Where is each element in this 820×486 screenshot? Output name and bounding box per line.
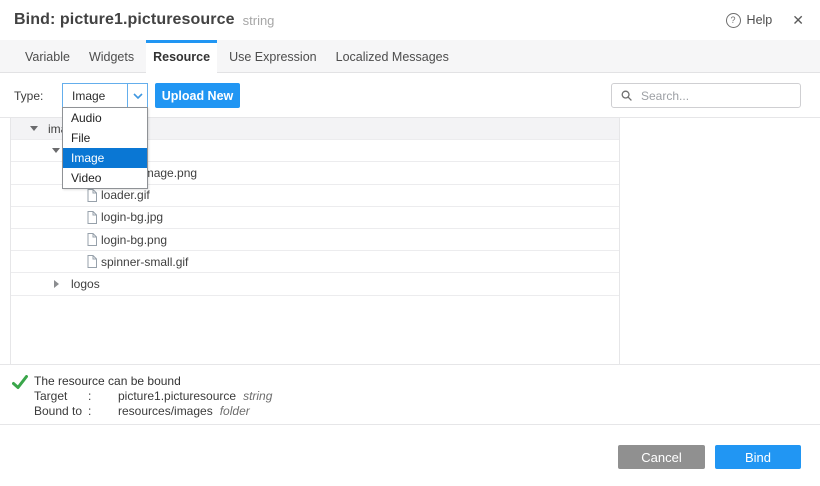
status-target-row: Target : picture1.picturesource string — [0, 389, 820, 403]
status-target-label: Target — [34, 389, 67, 403]
cancel-button[interactable]: Cancel — [618, 445, 705, 469]
tree-row-label: login-bg.png — [101, 233, 167, 247]
titlebar-actions: ? Help ✕ — [726, 13, 804, 28]
tree-row-label: logos — [71, 277, 100, 291]
tree-row-logos[interactable]: logos — [11, 273, 619, 295]
status-separator: : — [88, 404, 91, 418]
type-select-value: Image — [63, 89, 105, 103]
type-label: Type: — [14, 89, 43, 103]
status-boundto-value-type: folder — [220, 404, 250, 418]
file-icon — [87, 189, 97, 202]
dropdown-option-image[interactable]: Image — [63, 148, 147, 168]
status-boundto-value-text: resources/images — [118, 404, 213, 418]
search-box[interactable] — [611, 83, 801, 108]
file-icon — [87, 233, 97, 246]
close-icon[interactable]: ✕ — [792, 13, 804, 27]
tab-use-expression[interactable]: Use Expression — [222, 40, 324, 73]
tree-row-label: login-bg.jpg — [101, 210, 163, 224]
dropdown-option-file[interactable]: File — [63, 128, 147, 148]
upload-new-button[interactable]: Upload New — [155, 83, 240, 108]
search-icon — [621, 90, 633, 102]
dialog-titlebar: Bind: picture1.picturesource string ? He… — [0, 0, 820, 40]
status-boundto-value: resources/images folder — [118, 404, 250, 418]
expand-arrow-icon[interactable] — [30, 126, 38, 131]
tab-localized-messages[interactable]: Localized Messages — [329, 40, 456, 73]
collapse-arrow-icon[interactable] — [54, 280, 59, 288]
dialog-title: Bind: picture1.picturesource — [14, 11, 235, 29]
chevron-down-icon — [133, 93, 143, 99]
file-icon — [87, 255, 97, 268]
title-type-badge: string — [243, 13, 275, 28]
help-icon[interactable]: ? — [726, 13, 741, 28]
help-link[interactable]: Help — [747, 13, 773, 27]
status-target-value-text: picture1.picturesource — [118, 389, 236, 403]
tab-resource[interactable]: Resource — [146, 40, 217, 73]
tab-bar: Variable Widgets Resource Use Expression… — [0, 40, 820, 73]
success-check-icon — [12, 375, 28, 390]
status-boundto-label: Bound to — [34, 404, 82, 418]
dropdown-option-video[interactable]: Video — [63, 168, 147, 188]
expand-arrow-icon[interactable] — [52, 148, 60, 153]
type-select-arrow-box[interactable] — [127, 84, 147, 107]
content-bottom-divider — [0, 364, 820, 365]
footer-divider — [0, 424, 820, 425]
tree-row-label: loader.gif — [101, 188, 150, 202]
status-separator: : — [88, 389, 91, 403]
tree-row-login-bg-jpg[interactable]: login-bg.jpg — [11, 207, 619, 229]
tree-panel-right-border — [619, 117, 620, 364]
type-dropdown-list: Audio File Image Video — [62, 107, 148, 189]
type-select[interactable]: Image — [62, 83, 148, 108]
tab-widgets[interactable]: Widgets — [82, 40, 141, 73]
tree-row-spinner-small-gif[interactable]: spinner-small.gif — [11, 251, 619, 273]
status-boundto-row: Bound to : resources/images folder — [0, 404, 820, 418]
dropdown-option-audio[interactable]: Audio — [63, 108, 147, 128]
status-target-value-type: string — [243, 389, 272, 403]
search-input[interactable] — [639, 88, 800, 104]
file-icon — [87, 211, 97, 224]
status-target-value: picture1.picturesource string — [118, 389, 272, 403]
bind-button[interactable]: Bind — [715, 445, 801, 469]
status-message: The resource can be bound — [34, 374, 181, 388]
tree-row-label: spinner-small.gif — [101, 255, 188, 269]
tree-row-login-bg-png[interactable]: login-bg.png — [11, 229, 619, 251]
tab-variable[interactable]: Variable — [18, 40, 77, 73]
